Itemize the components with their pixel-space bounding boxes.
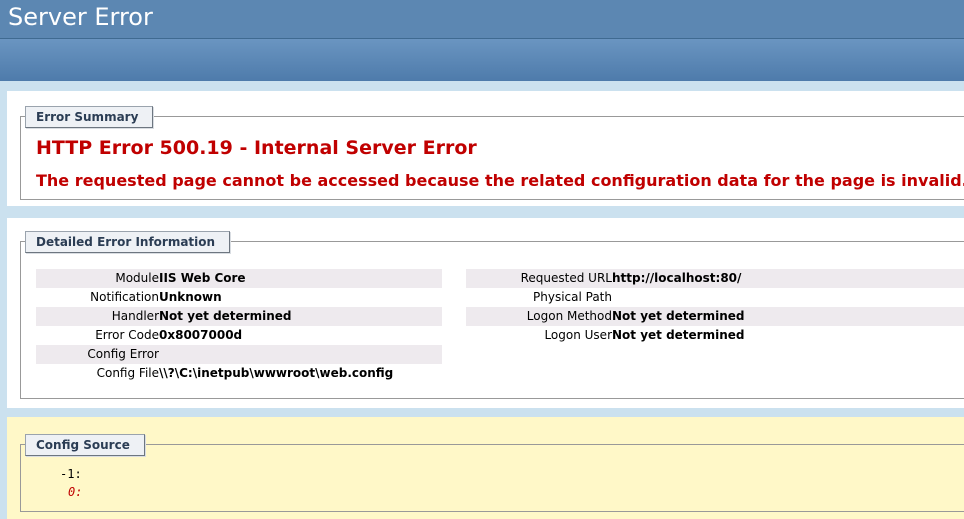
detail-value: IIS Web Core (159, 269, 442, 288)
detailed-error-panel: Detailed Error Information Module IIS We… (7, 218, 964, 408)
page-title: Server Error (8, 3, 153, 31)
detail-row-config-error: Config Error (36, 345, 442, 364)
detailed-error-fieldset: Detailed Error Information Module IIS We… (20, 231, 964, 399)
detail-label: Requested URL (466, 269, 612, 288)
config-source-legend: Config Source (25, 434, 145, 456)
detail-label: Module (36, 269, 159, 288)
detail-label: Notification (90, 290, 159, 304)
code-line-number: -1: (60, 467, 82, 481)
detail-table-left: Module IIS Web Core Notification Unknown… (36, 269, 442, 383)
detail-row-physical-path: Physical Path (466, 288, 964, 307)
detail-label: Physical Path (466, 288, 612, 307)
error-summary-fieldset: Error Summary HTTP Error 500.19 - Intern… (20, 106, 964, 200)
error-title: HTTP Error 500.19 - Internal Server Erro… (36, 137, 477, 159)
detail-row-notification: Notification Unknown (36, 288, 442, 307)
code-line-number-highlighted: 0: (68, 485, 83, 499)
detailed-error-legend: Detailed Error Information (25, 231, 231, 253)
detail-value (612, 288, 964, 307)
detail-value: Not yet determined (159, 307, 442, 326)
detail-value: Not yet determined (612, 307, 964, 326)
detail-value: Unknown (159, 290, 222, 304)
detail-value (159, 345, 442, 364)
config-source-panel: Config Source -1: 0: (7, 417, 964, 519)
header-subbar (0, 39, 964, 81)
detail-row-logon-method: Logon Method Not yet determined (466, 307, 964, 326)
detail-row-module: Module IIS Web Core (36, 269, 442, 288)
detail-row-error-code: Error Code 0x8007000d (36, 326, 442, 345)
detail-row-requested-url: Requested URL http://localhost:80/ (466, 269, 964, 288)
detail-label: Logon Method (466, 307, 612, 326)
error-summary-panel: Error Summary HTTP Error 500.19 - Intern… (7, 91, 964, 206)
detail-value: http://localhost:80/ (612, 269, 964, 288)
config-source-fieldset: Config Source -1: 0: (20, 434, 964, 512)
error-description: The requested page cannot be accessed be… (36, 171, 964, 190)
detail-value: \\?\C:\inetpub\wwwroot\web.config (159, 366, 394, 380)
page-header: Server Error (0, 0, 964, 39)
detail-value: 0x8007000d (159, 328, 243, 342)
detail-value: Not yet determined (612, 328, 745, 342)
detail-label-text: Physical Path (533, 290, 612, 304)
detail-label: Handler (36, 307, 159, 326)
detail-row-config-file: Config File \\?\C:\inetpub\wwwroot\web.c… (36, 364, 442, 383)
detail-row-handler: Handler Not yet determined (36, 307, 442, 326)
detail-label: Config File (96, 366, 159, 380)
detail-table-right: Requested URL http://localhost:80/ Physi… (466, 269, 964, 345)
detail-row-logon-user: Logon User Not yet determined (466, 326, 964, 345)
detail-label: Logon User (544, 328, 612, 342)
error-summary-legend: Error Summary (25, 106, 154, 128)
detail-label: Config Error (36, 345, 159, 364)
detail-label: Error Code (95, 328, 159, 342)
